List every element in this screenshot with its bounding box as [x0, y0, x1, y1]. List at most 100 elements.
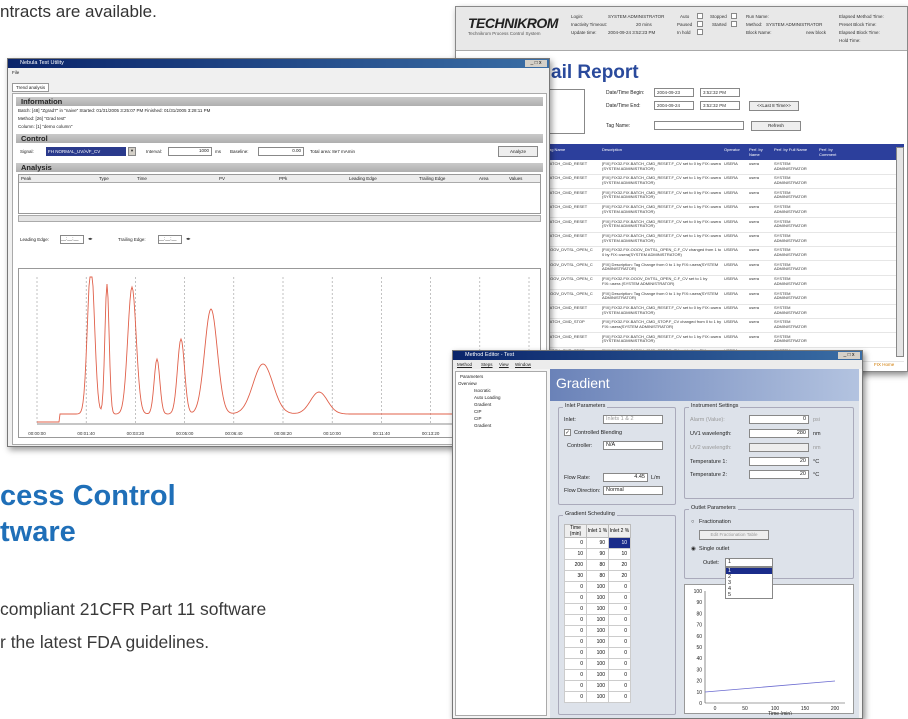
grid-cell[interactable]: 0	[608, 658, 631, 670]
grid-cell[interactable]: 0	[608, 614, 631, 626]
grid-row[interactable]: 0 100 0	[564, 636, 631, 648]
scrollbar[interactable]	[896, 147, 904, 357]
in-hold-checkbox[interactable]	[697, 29, 703, 35]
temperature-2-input[interactable]: 20	[749, 470, 809, 479]
table-row[interactable]: OOOV_DVTSL_OPEN_C [FIX] FIX32.FIX.OOOV_DV…	[544, 247, 904, 262]
grid-row[interactable]: 0 100 0	[564, 669, 631, 681]
uv2-input[interactable]	[749, 443, 809, 452]
table-row[interactable]: BATCH_CMD_RESET [FIX] FIX32.FIX.BATCH_CMD…	[544, 219, 904, 233]
menu-file[interactable]: File	[12, 70, 19, 75]
grid-cell[interactable]: 0	[608, 592, 631, 604]
grid-cell[interactable]: 20	[608, 559, 631, 571]
grid-row[interactable]: 0 90 10	[564, 537, 631, 549]
grid-row[interactable]: 0 100 0	[564, 614, 631, 626]
stopped-checkbox[interactable]	[731, 13, 737, 19]
signal-select[interactable]: FH NORMAL_UV/A/F_CV	[46, 147, 126, 156]
grid-cell[interactable]: 10	[608, 548, 631, 560]
gradient-table[interactable]: Time (min) Inlet 1 % Inlet 2 % 0 90 10 10 90 10…	[564, 524, 631, 703]
table-row[interactable]: BATCH_CMD_RESET [FIX] FIX32.FIX.BATCH_CMD…	[544, 175, 904, 190]
grid-cell[interactable]: 200	[564, 559, 587, 571]
begin-time-input[interactable]: 3:52:32 PM	[700, 88, 740, 97]
grid-cell[interactable]: 100	[586, 691, 609, 703]
grid-cell[interactable]: 0	[564, 537, 587, 549]
grid-cell[interactable]: 90	[586, 537, 609, 549]
grid-cell[interactable]: 100	[586, 625, 609, 637]
tree-cip-1[interactable]: CIP	[474, 409, 482, 414]
outlet-option[interactable]: 5	[726, 592, 772, 598]
grid-cell[interactable]: 80	[586, 559, 609, 571]
inlet-select[interactable]: Inlets 1 & 2	[603, 415, 663, 424]
grid-cell[interactable]: 100	[586, 658, 609, 670]
baseline-input[interactable]: 0.00	[258, 147, 304, 156]
single-outlet-radio[interactable]: ◉	[691, 546, 696, 552]
step-tree[interactable]: Parameters Overview Isocratic Auto Loadi…	[455, 371, 547, 716]
menu-steps[interactable]: Steps	[481, 362, 493, 367]
grid-cell[interactable]: 0	[608, 691, 631, 703]
grid-cell[interactable]: 0	[608, 669, 631, 681]
last-8-hours-button[interactable]: <<Last 8 Time>>	[749, 101, 799, 111]
uv1-input[interactable]: 280	[749, 429, 809, 438]
grid-cell[interactable]: 0	[564, 603, 587, 615]
grid-cell[interactable]: 0	[608, 636, 631, 648]
grid-row[interactable]: 0 100 0	[564, 581, 631, 593]
grid-cell[interactable]: 20	[608, 570, 631, 582]
grid-row[interactable]: 200 80 20	[564, 559, 631, 571]
trailing-edge-stepper[interactable]: ◂▸	[186, 236, 191, 242]
horizontal-scrollbar[interactable]	[18, 215, 541, 222]
grid-cell[interactable]: 0	[564, 647, 587, 659]
table-row[interactable]: BATCH_CMD_RESET [FIX] FIX32.FIX.BATCH_CMD…	[544, 334, 904, 348]
grid-cell[interactable]: 0	[608, 625, 631, 637]
tree-auto-loading[interactable]: Auto Loading	[474, 395, 501, 400]
table-row[interactable]: OOOV_DVTSL_OPEN_C [FIX] FIX32.FIX.OOOV_DV…	[544, 276, 904, 291]
grid-cell[interactable]: 100	[586, 592, 609, 604]
grid-cell[interactable]: 0	[608, 581, 631, 593]
grid-row[interactable]: 0 100 0	[564, 691, 631, 703]
table-row[interactable]: OOOV_DVTSL_OPEN_C [FIX] Description: Tag …	[544, 262, 904, 276]
grid-cell[interactable]: 0	[564, 625, 587, 637]
grid-cell[interactable]: 0	[564, 691, 587, 703]
table-row[interactable]: OOOV_DVTSL_OPEN_C [FIX] Description: Tag …	[544, 291, 904, 305]
grid-row[interactable]: 0 100 0	[564, 658, 631, 670]
grid-row[interactable]: 0 100 0	[564, 680, 631, 692]
grid-cell[interactable]: 0	[564, 680, 587, 692]
controlled-blending-checkbox[interactable]: ✓	[564, 429, 571, 436]
grid-cell[interactable]: 100	[586, 669, 609, 681]
menu-view[interactable]: View	[499, 362, 509, 367]
method-window-controls[interactable]: _ □ x	[838, 352, 860, 359]
started-checkbox[interactable]	[731, 21, 737, 27]
grid-cell[interactable]: 100	[586, 647, 609, 659]
tree-cip-2[interactable]: CIP	[474, 416, 482, 421]
tree-gradient[interactable]: Gradient	[474, 402, 491, 407]
grid-row[interactable]: 0 100 0	[564, 592, 631, 604]
tree-isocratic[interactable]: Isocratic	[474, 388, 491, 393]
table-row[interactable]: BATCH_CMD_RESET [FIX] FIX32.FIX.BATCH_CMD…	[544, 233, 904, 247]
grid-row[interactable]: 10 90 10	[564, 548, 631, 560]
fractionation-radio[interactable]: ○	[691, 519, 694, 525]
table-row[interactable]: BATCH_CMD_RESET [FIX] FIX32.FIX.BATCH_CMD…	[544, 305, 904, 319]
grid-cell[interactable]: 0	[608, 647, 631, 659]
grid-cell[interactable]: 100	[586, 614, 609, 626]
grid-cell[interactable]: 30	[564, 570, 587, 582]
temperature-1-input[interactable]: 20	[749, 457, 809, 466]
outlet-select[interactable]: 1	[725, 558, 773, 567]
edit-fractionation-button[interactable]: Edit Fractionation Table	[699, 530, 769, 540]
flow-direction-select[interactable]: Normal	[603, 486, 663, 495]
table-row[interactable]: BATCH_CMD_RESET [FIX] FIX32.FIX.BATCH_CMD…	[544, 204, 904, 219]
menu-window[interactable]: Window	[515, 362, 531, 367]
grid-cell[interactable]: 10	[564, 548, 587, 560]
leading-edge-stepper[interactable]: ◂▸	[88, 236, 93, 242]
grid-row[interactable]: 0 100 0	[564, 603, 631, 615]
menu-method[interactable]: Method	[457, 362, 472, 367]
leading-edge-input[interactable]: __:__:__	[60, 235, 84, 244]
grid-cell[interactable]: 100	[586, 603, 609, 615]
flow-rate-input[interactable]: 4.45	[603, 473, 648, 482]
tree-parameters[interactable]: Parameters	[460, 374, 483, 379]
grid-cell[interactable]: 10	[608, 537, 631, 549]
begin-date-input[interactable]: 2004-09-23	[654, 88, 694, 97]
table-row[interactable]: BATCH_CMD_STOP [FIX] FIX32.FIX.BATCH_CMD_…	[544, 319, 904, 334]
grid-cell[interactable]: 0	[608, 603, 631, 615]
auto-checkbox[interactable]	[697, 13, 703, 19]
grid-cell[interactable]: 90	[586, 548, 609, 560]
chevron-down-icon[interactable]: ▾	[128, 147, 136, 156]
refresh-button[interactable]: Refresh	[751, 121, 801, 131]
